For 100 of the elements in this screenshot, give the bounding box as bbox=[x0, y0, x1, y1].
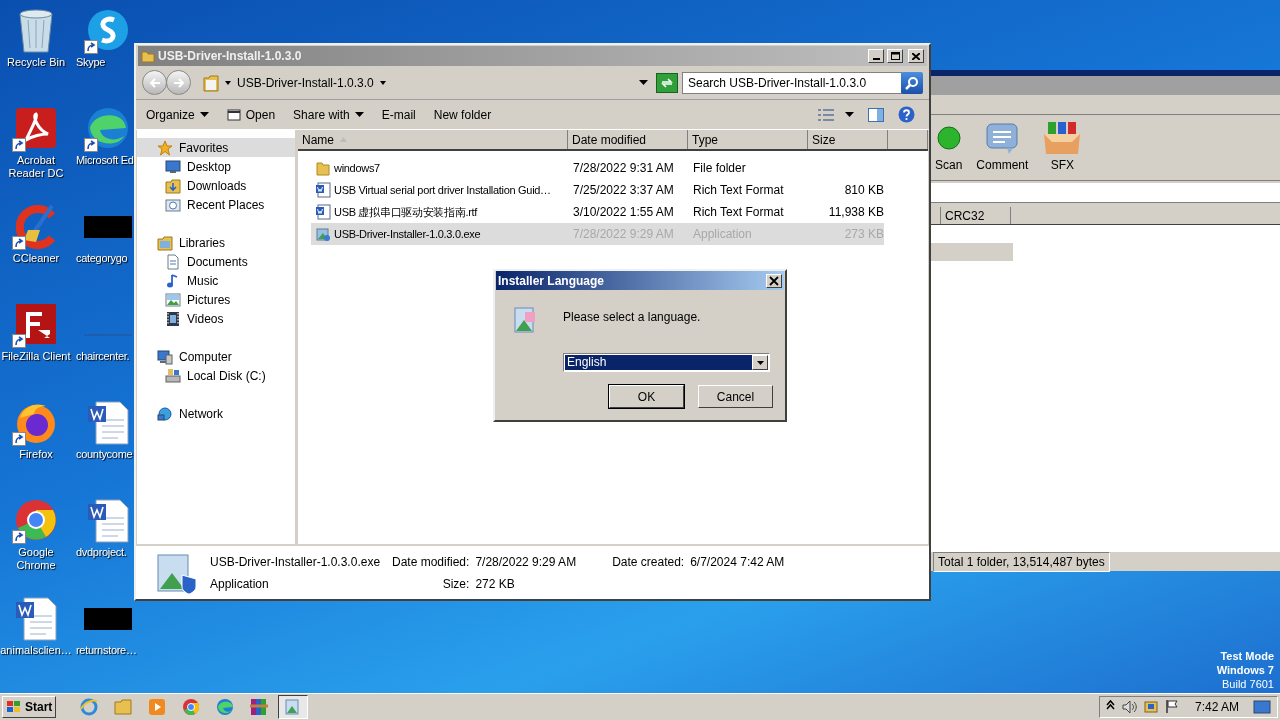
search-button[interactable] bbox=[901, 71, 923, 94]
globe-icon bbox=[157, 405, 173, 422]
icon-label[interactable]: animalsclien… bbox=[0, 644, 72, 657]
file-row[interactable]: windows7 7/28/2022 9:31 AM File folder bbox=[311, 157, 884, 179]
dialog-message: Please select a language. bbox=[563, 309, 702, 326]
size-cell-text: 810 KB bbox=[844, 182, 884, 199]
file-name[interactable]: USB Virtual serial port driver Installation Guid… bbox=[334, 181, 551, 199]
field-value: 7/28/2022 9:29 AM bbox=[475, 554, 578, 571]
play-icon bbox=[147, 697, 168, 717]
file-name[interactable]: windows7 bbox=[334, 159, 380, 177]
language-dropdown[interactable]: English bbox=[563, 353, 770, 372]
file-name[interactable]: USB 虚拟串口驱动安装指南.rtf bbox=[334, 203, 478, 221]
toolbar-button[interactable]: Comment bbox=[976, 156, 1029, 174]
icon-label[interactable]: returnstore… bbox=[76, 644, 137, 657]
column-header[interactable]: CRC32 bbox=[941, 207, 1011, 224]
show-desktop-icon[interactable] bbox=[1253, 699, 1271, 715]
icon-label[interactable]: Google Chrome bbox=[0, 546, 72, 572]
file-name[interactable]: USB-Driver-Installer-1.0.3.0.exe bbox=[334, 225, 481, 243]
caret-icon bbox=[225, 79, 231, 86]
toolbar-button[interactable]: Share with bbox=[287, 102, 370, 127]
notice-text: Test Mode bbox=[1220, 649, 1274, 663]
nav-item[interactable]: Recent Places bbox=[137, 195, 295, 214]
nav-item[interactable]: Network bbox=[137, 404, 295, 423]
icon-label[interactable]: Acrobat Reader DC bbox=[0, 154, 72, 180]
file-type: Application bbox=[210, 575, 270, 593]
document-icon bbox=[315, 182, 331, 198]
file-row[interactable]: USB Virtual serial port driver Installation Guid… 7/25/2022 3:37 AM Rich Text Format 810 KB bbox=[311, 179, 884, 201]
status-text: Total 1 folder, 13,514,487 bytes bbox=[933, 551, 1110, 572]
start-button[interactable]: Start bbox=[2, 696, 57, 718]
field-value: 6/7/2024 7:42 AM bbox=[690, 554, 785, 571]
date-cell-text: 3/10/2022 1:55 AM bbox=[572, 204, 675, 221]
icon-label[interactable]: CCleaner bbox=[0, 252, 72, 265]
toolbar-button[interactable]: New folder bbox=[427, 102, 498, 127]
dropdown-button[interactable] bbox=[752, 355, 768, 370]
close-button[interactable] bbox=[908, 49, 924, 63]
speaker-icon[interactable] bbox=[1120, 699, 1137, 715]
flag-icon[interactable] bbox=[1164, 699, 1179, 715]
nav-item[interactable]: Favorites bbox=[137, 138, 295, 157]
list-view-icon bbox=[817, 107, 835, 122]
dialog-button[interactable]: OK bbox=[609, 385, 684, 408]
column-header[interactable]: Date modified bbox=[568, 130, 688, 149]
nav-item[interactable]: Videos bbox=[137, 309, 295, 328]
computer-icon bbox=[157, 348, 173, 365]
file-row[interactable]: USB 虚拟串口驱动安装指南.rtf 3/10/2022 1:55 AM Rich Text Format 11,938 KB bbox=[311, 201, 884, 223]
notice-text: Build 7601 bbox=[1222, 677, 1274, 691]
search-field[interactable]: Search USB-Driver-Install-1.0.3.0 bbox=[682, 71, 902, 94]
field-value: 272 KB bbox=[475, 576, 516, 593]
star-icon bbox=[157, 139, 173, 156]
icon-label[interactable]: dvdproject. bbox=[76, 546, 127, 559]
date-cell-text: 7/25/2022 3:37 AM bbox=[572, 182, 675, 199]
nav-item[interactable]: Local Disk (C:) bbox=[137, 366, 295, 385]
minimize-icon bbox=[872, 58, 880, 60]
column-header[interactable]: Type bbox=[688, 130, 808, 149]
toolbar-button[interactable]: Scan bbox=[935, 156, 963, 174]
nav-item[interactable]: Pictures bbox=[137, 290, 295, 309]
box-icon bbox=[1042, 120, 1083, 156]
toolbar-button[interactable]: E-mail bbox=[375, 102, 422, 127]
icon-label[interactable]: Recycle Bin bbox=[0, 56, 72, 69]
sort-arrow-icon bbox=[340, 137, 347, 142]
icon-label[interactable]: categorygo bbox=[76, 252, 128, 265]
nav-item[interactable]: Libraries bbox=[137, 233, 295, 252]
window-title: USB-Driver-Install-1.0.3.0 bbox=[158, 48, 303, 65]
clock: 7:42 AM bbox=[1194, 699, 1239, 716]
back-button[interactable] bbox=[142, 70, 167, 95]
drive-icon bbox=[165, 367, 181, 384]
maximize-button[interactable] bbox=[887, 49, 903, 63]
icon-label[interactable]: FileZilla Client bbox=[0, 350, 72, 363]
close-button[interactable] bbox=[766, 273, 782, 288]
right-arrow-icon bbox=[172, 77, 185, 88]
nav-item[interactable]: Desktop bbox=[137, 157, 295, 176]
column-header[interactable]: Size bbox=[808, 130, 888, 149]
taskbar-button[interactable] bbox=[278, 695, 309, 719]
selected-language: English bbox=[565, 355, 752, 370]
close-icon bbox=[912, 52, 920, 60]
nav-item[interactable]: Downloads bbox=[137, 176, 295, 195]
nav-item[interactable]: Documents bbox=[137, 252, 295, 271]
stacked-books-icon bbox=[249, 697, 270, 717]
type-cell-text: Rich Text Format bbox=[692, 204, 785, 221]
icon-label[interactable]: Skype bbox=[76, 56, 106, 69]
toolbar-button[interactable]: Organize bbox=[140, 102, 215, 127]
toolbar-button[interactable]: Open bbox=[220, 102, 282, 127]
icon-label[interactable]: chaircenter. bbox=[76, 350, 130, 363]
dialog-button[interactable]: Cancel bbox=[698, 385, 773, 408]
minimize-button[interactable] bbox=[868, 49, 884, 63]
column-header[interactable]: Name bbox=[298, 130, 568, 149]
help-icon bbox=[898, 106, 915, 123]
nav-item[interactable]: Music bbox=[137, 271, 295, 290]
forward-button[interactable] bbox=[166, 70, 191, 95]
nav-item[interactable]: Computer bbox=[137, 347, 295, 366]
field-label: Date created: bbox=[612, 554, 685, 571]
address-field[interactable] bbox=[931, 183, 1280, 203]
refresh-icon bbox=[660, 76, 674, 89]
toolbar-button[interactable]: SFX bbox=[1050, 156, 1075, 174]
field-label: Date modified: bbox=[392, 554, 470, 571]
icon-label[interactable]: Firefox bbox=[0, 448, 72, 461]
icon-label[interactable]: Microsoft Ed bbox=[76, 154, 134, 167]
caret-icon bbox=[756, 360, 764, 365]
refresh-button[interactable] bbox=[656, 72, 678, 93]
icon-label[interactable]: countycome bbox=[76, 448, 133, 461]
installer-icon bbox=[315, 226, 331, 242]
